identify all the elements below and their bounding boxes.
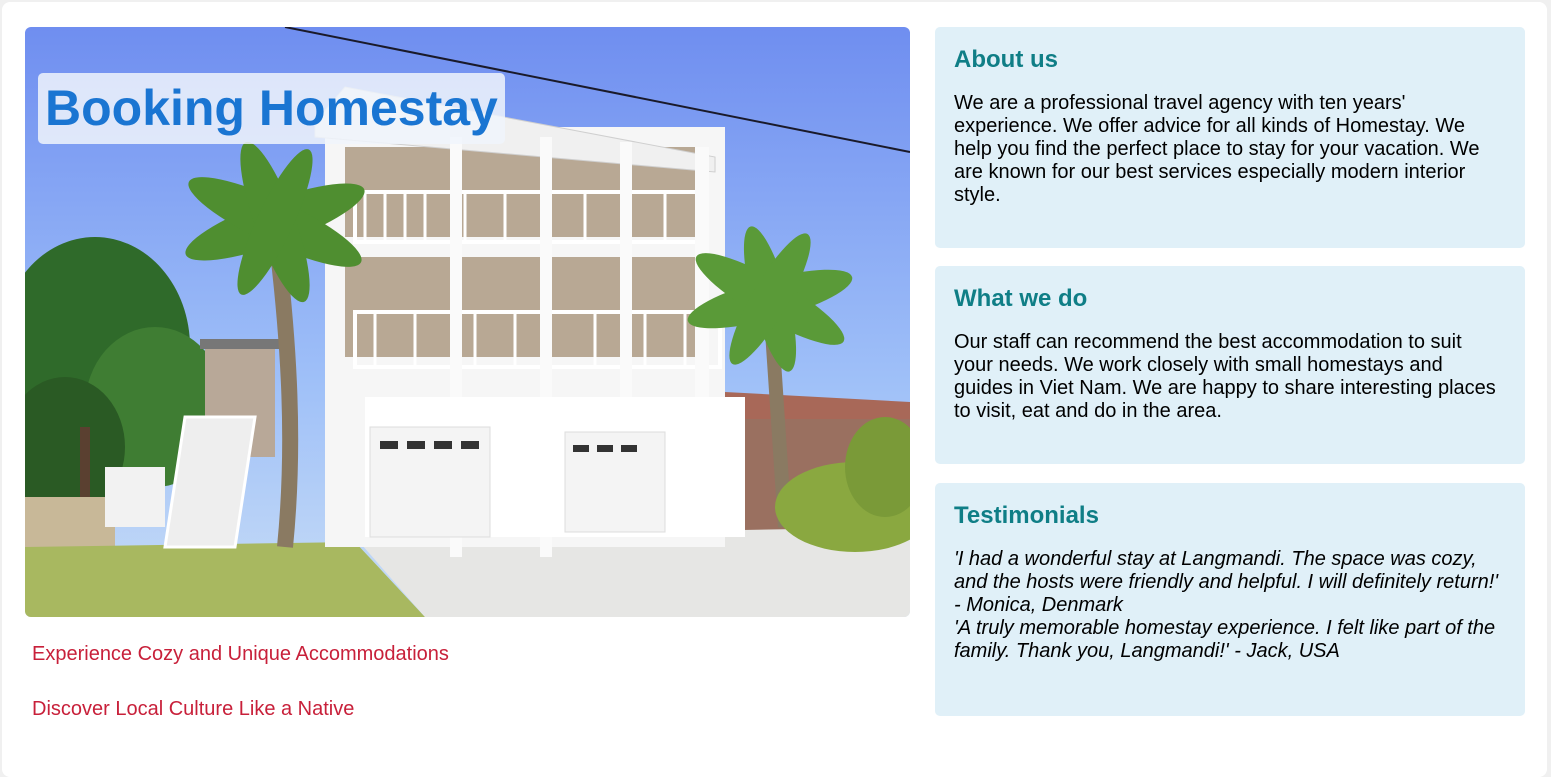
testimonials-heading: Testimonials	[954, 502, 1099, 529]
what-we-do-heading: What we do	[954, 285, 1088, 312]
testimonial-quote: 'A truly memorable homestay experience. …	[954, 617, 1496, 662]
testimonial-quote: 'I had a wonderful stay at Langmandi. Th…	[954, 548, 1499, 616]
hero-title: Booking Homestay	[38, 73, 505, 144]
link-cozy-accommodations[interactable]: Experience Cozy and Unique Accommodation…	[32, 643, 449, 666]
testimonials-card: Testimonials 'I had a wonderful stay at …	[935, 483, 1525, 716]
what-we-do-text: Our staff can recommend the best accommo…	[954, 331, 1496, 422]
about-text: We are a professional travel agency with…	[954, 92, 1480, 206]
hero-title-text: Booking Homestay	[45, 80, 498, 136]
about-card: About us We are a professional travel ag…	[935, 27, 1525, 248]
what-we-do-card: What we do Our staff can recommend the b…	[935, 266, 1525, 464]
link-local-culture[interactable]: Discover Local Culture Like a Native	[32, 698, 354, 721]
about-heading: About us	[954, 46, 1058, 73]
